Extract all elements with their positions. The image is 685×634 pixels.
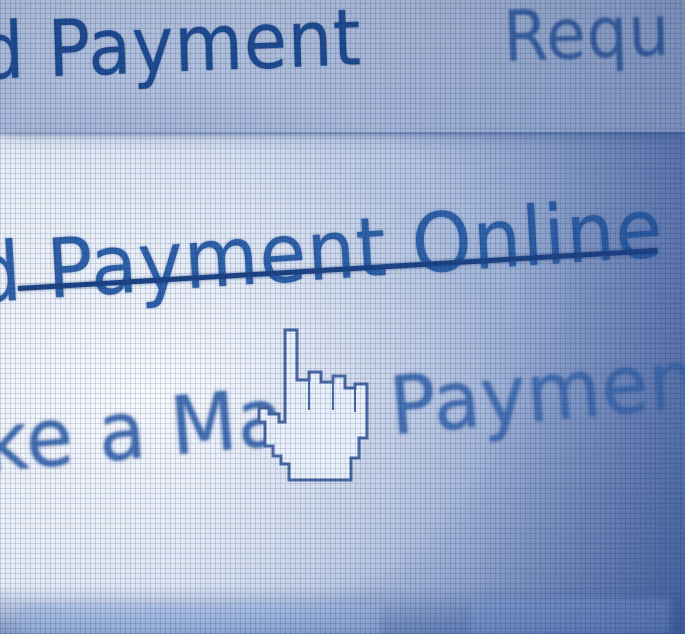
bottom-blurred-element xyxy=(470,598,670,634)
hand-pointer-icon xyxy=(257,328,369,482)
menu-item-request[interactable]: Requ xyxy=(502,0,671,78)
menu-bar-shadow xyxy=(0,132,685,138)
payment-online-link-label: d Payment Online xyxy=(0,181,666,323)
screen-closeup: d Payment Requ d Payment Online ke a Mas… xyxy=(0,0,685,634)
bottom-blurred-element xyxy=(20,604,380,634)
menu-item-payment[interactable]: d Payment xyxy=(0,0,363,98)
